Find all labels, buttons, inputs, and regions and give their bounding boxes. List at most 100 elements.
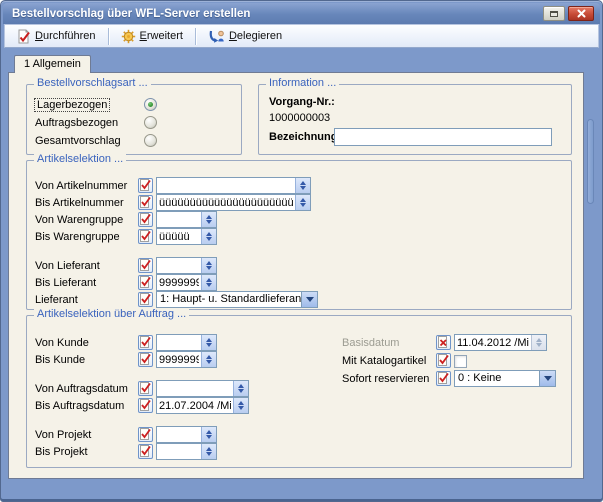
- row-sofort-reservieren: Sofort reservieren 0 : Keine: [342, 370, 556, 387]
- radio-auftragsbezogen[interactable]: [144, 116, 157, 129]
- group-artikelselektion: Artikelselektion ... Von Artikelnummer B…: [26, 160, 572, 310]
- spinner-button[interactable]: [201, 352, 216, 367]
- row-bis-kunde: Bis Kunde: [35, 351, 217, 368]
- von-projekt-input[interactable]: [157, 427, 201, 442]
- basisdatum-input[interactable]: [455, 335, 531, 350]
- durchfuehren-button[interactable]: Durchführen: [9, 26, 103, 46]
- field-label: Von Lieferant: [35, 260, 138, 272]
- durchfuehren-label: Durchführen: [35, 30, 96, 42]
- field-label: Bis Auftragsdatum: [35, 400, 138, 412]
- date-field[interactable]: [454, 334, 547, 351]
- bis-auftragsdatum-input[interactable]: [157, 398, 233, 413]
- radio-lagerbezogen[interactable]: [144, 98, 157, 111]
- row-bis-projekt: Bis Projekt: [35, 443, 217, 460]
- delegieren-button[interactable]: Delegieren: [201, 26, 289, 46]
- spinner-button[interactable]: [201, 275, 216, 290]
- group-auftrag: Artikelselektion über Auftrag ... Von Ku…: [26, 315, 572, 468]
- erweitert-label: Erweitert: [140, 30, 183, 42]
- field-label: Bis Projekt: [35, 446, 138, 458]
- advanced-gear-icon: [121, 29, 136, 44]
- lieferant-dropdown-value: 1: Haupt- u. Standardlieferanten: [157, 292, 301, 307]
- bezeichnung-input[interactable]: [334, 128, 552, 146]
- filter-active-check-icon[interactable]: [138, 212, 153, 227]
- row-von-lieferant: Von Lieferant: [35, 257, 217, 274]
- spinner-button[interactable]: [295, 195, 310, 210]
- bis-lieferant-input[interactable]: [157, 275, 201, 290]
- text-field[interactable]: [156, 194, 311, 211]
- katalogartikel-checkbox[interactable]: [454, 355, 467, 368]
- bis-warengruppe-input[interactable]: [157, 229, 201, 244]
- von-artikelnummer-input[interactable]: [157, 178, 295, 193]
- field-label: Von Artikelnummer: [35, 180, 138, 192]
- restore-window-button[interactable]: [543, 6, 565, 21]
- lieferant-dropdown[interactable]: 1: Haupt- u. Standardlieferanten: [156, 291, 318, 308]
- sofort-reservieren-dropdown[interactable]: 0 : Keine: [454, 370, 556, 387]
- tab-allgemein[interactable]: 1 Allgemein: [14, 55, 91, 73]
- filter-active-check-icon[interactable]: [138, 381, 153, 396]
- text-field[interactable]: [156, 334, 217, 351]
- date-field[interactable]: [156, 380, 249, 397]
- bis-kunde-input[interactable]: [157, 352, 201, 367]
- date-field[interactable]: [156, 397, 249, 414]
- erweitert-button[interactable]: Erweitert: [114, 26, 190, 46]
- filter-active-check-icon[interactable]: [436, 371, 451, 386]
- dropdown-arrow-button[interactable]: [539, 371, 555, 386]
- filter-active-check-icon[interactable]: [138, 335, 153, 350]
- spinner-button[interactable]: [233, 381, 248, 396]
- text-field[interactable]: [156, 177, 311, 194]
- text-field[interactable]: [156, 274, 217, 291]
- filter-active-check-icon[interactable]: [138, 229, 153, 244]
- von-kunde-input[interactable]: [157, 335, 201, 350]
- text-field[interactable]: [156, 351, 217, 368]
- filter-active-check-icon[interactable]: [138, 427, 153, 442]
- group-title: Bestellvorschlagsart ...: [34, 77, 151, 89]
- radio-gesamtvorschlag[interactable]: [144, 134, 157, 147]
- filter-active-check-icon[interactable]: [138, 258, 153, 273]
- spinner-button[interactable]: [201, 335, 216, 350]
- filter-active-check-icon[interactable]: [138, 398, 153, 413]
- spinner-button[interactable]: [201, 212, 216, 227]
- spinner-button[interactable]: [201, 444, 216, 459]
- filter-active-check-icon[interactable]: [138, 195, 153, 210]
- filter-active-check-icon[interactable]: [436, 353, 451, 368]
- toolbar-separator: [108, 28, 109, 45]
- text-field[interactable]: [156, 211, 217, 228]
- field-label: Mit Katalogartikel: [342, 355, 436, 367]
- chevron-down-icon: [544, 376, 552, 381]
- filter-active-check-icon[interactable]: [138, 444, 153, 459]
- von-warengruppe-input[interactable]: [157, 212, 201, 227]
- close-window-icon: [577, 9, 586, 18]
- row-bis-auftragsdatum: Bis Auftragsdatum: [35, 397, 249, 414]
- field-label: Sofort reservieren: [342, 373, 436, 385]
- title-bar[interactable]: Bestellvorschlag über WFL-Server erstell…: [3, 3, 600, 24]
- spinner-button[interactable]: [295, 178, 310, 193]
- row-bis-artikelnummer: Bis Artikelnummer: [35, 194, 311, 211]
- text-field[interactable]: [156, 443, 217, 460]
- group-bestellvorschlagsart: Bestellvorschlagsart ... Lagerbezogen Au…: [26, 84, 242, 155]
- delegieren-label: Delegieren: [229, 30, 282, 42]
- spinner-button[interactable]: [233, 398, 248, 413]
- row-lieferant: Lieferant 1: Haupt- u. Standardlieferant…: [35, 291, 318, 308]
- field-label: Von Auftragsdatum: [35, 383, 138, 395]
- spinner-button[interactable]: [201, 258, 216, 273]
- filter-active-check-icon[interactable]: [138, 275, 153, 290]
- filter-active-check-icon[interactable]: [138, 178, 153, 193]
- window-scrollbar-thumb[interactable]: [587, 119, 594, 204]
- filter-disabled-x-icon[interactable]: [436, 335, 451, 350]
- filter-active-check-icon[interactable]: [138, 352, 153, 367]
- text-field[interactable]: [156, 228, 217, 245]
- bis-artikelnummer-input[interactable]: [157, 195, 295, 210]
- von-auftragsdatum-input[interactable]: [157, 381, 233, 396]
- text-field[interactable]: [156, 257, 217, 274]
- row-basisdatum: Basisdatum: [342, 334, 547, 351]
- text-field[interactable]: [156, 426, 217, 443]
- field-label: Lieferant: [35, 294, 138, 306]
- filter-active-check-icon[interactable]: [138, 292, 153, 307]
- group-title: Artikelselektion ...: [34, 153, 126, 165]
- close-window-button[interactable]: [568, 6, 594, 21]
- spinner-button[interactable]: [201, 229, 216, 244]
- dropdown-arrow-button[interactable]: [301, 292, 317, 307]
- spinner-button[interactable]: [201, 427, 216, 442]
- bis-projekt-input[interactable]: [157, 444, 201, 459]
- von-lieferant-input[interactable]: [157, 258, 201, 273]
